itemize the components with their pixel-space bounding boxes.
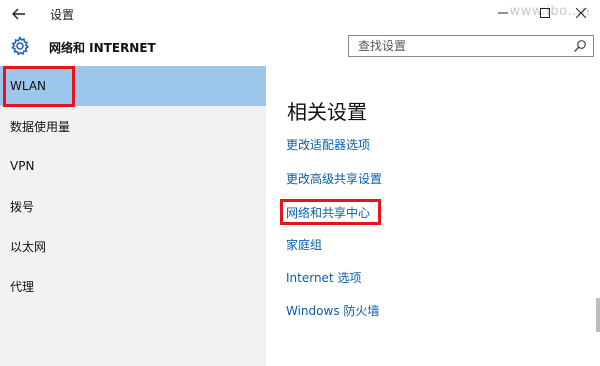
sidebar-item-proxy[interactable]: 代理 [0, 266, 266, 306]
scrollbar-thumb[interactable] [596, 298, 600, 332]
sidebar-item-ethernet[interactable]: 以太网 [0, 226, 266, 266]
sidebar-item-label: VPN [10, 159, 35, 173]
related-settings-heading: 相关设置 [287, 100, 367, 124]
minimize-icon [498, 12, 508, 14]
link-internet-options[interactable]: Internet 选项 [286, 269, 361, 286]
sidebar-item-vpn[interactable]: VPN [0, 146, 266, 186]
sidebar-item-wlan[interactable]: WLAN [0, 66, 266, 106]
search-icon[interactable] [573, 39, 587, 53]
back-button[interactable] [8, 3, 30, 25]
close-button[interactable] [566, 2, 596, 24]
search-box[interactable] [348, 35, 594, 57]
section-title: 网络和 INTERNET [49, 41, 156, 55]
sidebar-item-label: 以太网 [10, 239, 47, 254]
link-change-adapter-options[interactable]: 更改适配器选项 [286, 136, 370, 153]
sidebar-item-label: 代理 [10, 279, 35, 294]
page-header: 网络和 INTERNET [0, 28, 600, 66]
gear-icon [11, 36, 30, 56]
sidebar-item-label: WLAN [10, 79, 47, 93]
main-content: 相关设置 更改适配器选项 更改高级共享设置 网络和共享中心 家庭组 Intern… [266, 66, 600, 366]
maximize-icon [540, 8, 550, 18]
sidebar-item-data-usage[interactable]: 数据使用量 [0, 106, 266, 146]
search-input[interactable] [349, 36, 578, 56]
minimize-button[interactable] [488, 2, 518, 24]
sidebar-nav: WLAN 数据使用量 VPN 拨号 以太网 代理 [0, 66, 266, 366]
window-title: 设置 [50, 8, 75, 22]
sidebar-item-label: 数据使用量 [10, 119, 71, 134]
maximize-button[interactable] [530, 2, 560, 24]
title-bar: 设置 www.ibo...n [0, 0, 600, 28]
link-advanced-sharing-settings[interactable]: 更改高级共享设置 [286, 170, 382, 187]
link-network-sharing-center[interactable]: 网络和共享中心 [286, 204, 370, 221]
link-homegroup[interactable]: 家庭组 [286, 236, 322, 253]
close-icon [576, 8, 586, 18]
settings-window: 设置 www.ibo...n 网络和 INTERNET 查找设置 WLAN 数据… [0, 0, 600, 366]
sidebar-item-dialup[interactable]: 拨号 [0, 186, 266, 226]
link-windows-firewall[interactable]: Windows 防火墙 [286, 302, 379, 319]
sidebar-item-label: 拨号 [10, 199, 35, 214]
back-arrow-icon [12, 8, 25, 20]
